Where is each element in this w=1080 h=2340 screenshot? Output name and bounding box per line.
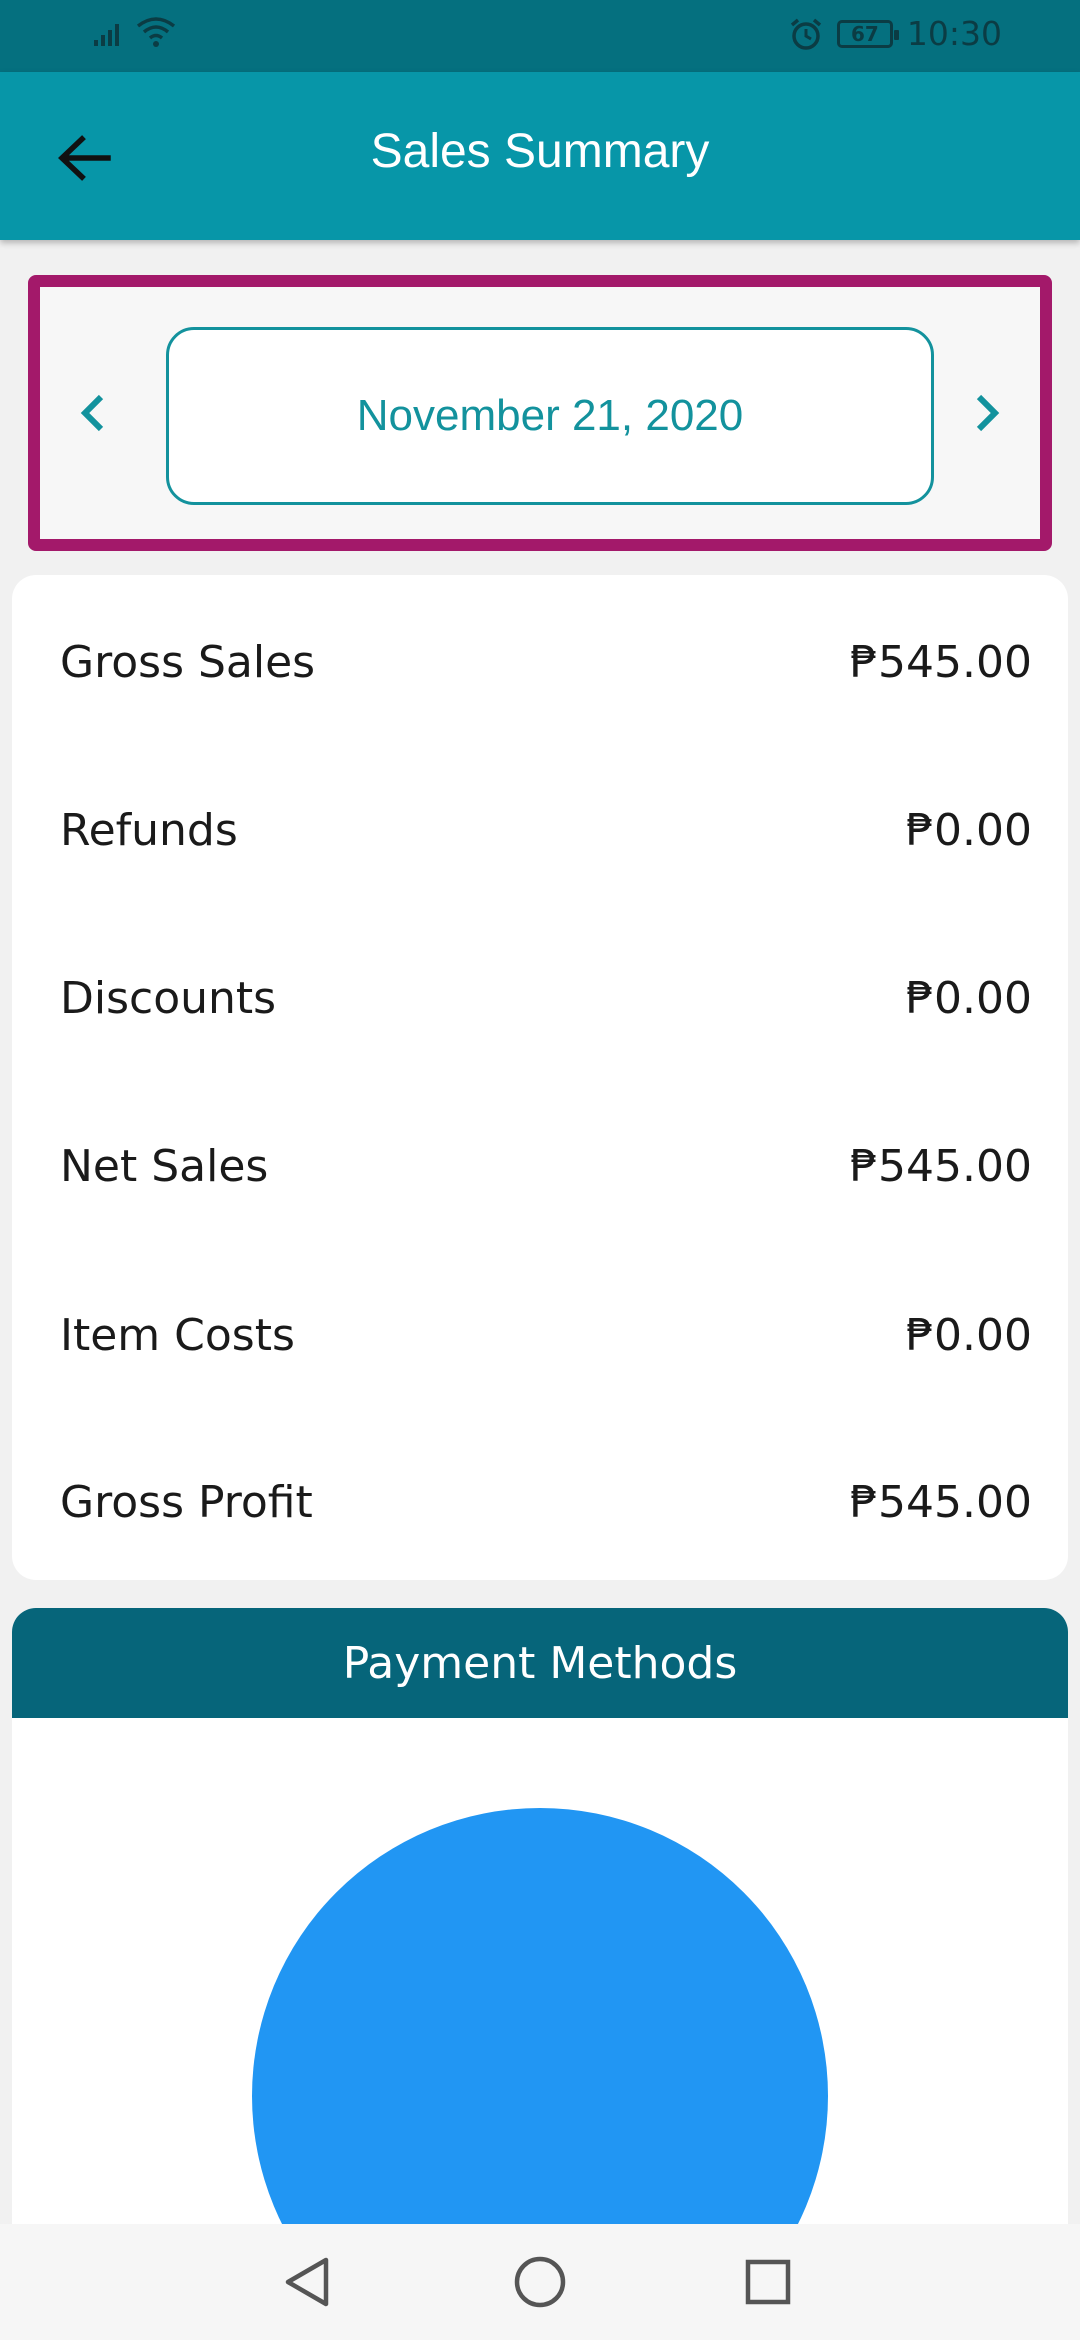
summary-value: ₱0.00 bbox=[906, 972, 1032, 1024]
back-triangle-icon bbox=[285, 2257, 329, 2307]
summary-row-refunds: Refunds ₱0.00 bbox=[60, 790, 1032, 870]
summary-value: ₱545.00 bbox=[850, 636, 1032, 688]
sales-summary-card: Gross Sales ₱545.00 Refunds ₱0.00 Discou… bbox=[12, 575, 1068, 1580]
nav-back-button[interactable] bbox=[272, 2246, 344, 2318]
page-title: Sales Summary bbox=[370, 125, 710, 178]
chevron-left-icon bbox=[80, 394, 104, 432]
summary-row-net-sales: Net Sales ₱545.00 bbox=[60, 1126, 1032, 1206]
next-date-button[interactable] bbox=[958, 377, 1018, 449]
app-bar: Sales Summary bbox=[0, 72, 1080, 240]
pie-slice[interactable] bbox=[252, 1808, 828, 2228]
payment-methods-chart bbox=[12, 1718, 1068, 2228]
previous-date-button[interactable] bbox=[62, 377, 122, 449]
screen: 67 10:30 Sales Summary November 21, 2020 bbox=[0, 0, 1080, 2340]
nav-recents-button[interactable] bbox=[732, 2246, 804, 2318]
date-picker-button[interactable]: November 21, 2020 bbox=[166, 327, 934, 505]
summary-row-gross-sales: Gross Sales ₱545.00 bbox=[60, 622, 1032, 702]
alarm-icon bbox=[790, 18, 822, 50]
pie-chart bbox=[252, 1808, 828, 2228]
status-time: 10:30 bbox=[906, 14, 1002, 53]
summary-value: ₱0.00 bbox=[906, 804, 1032, 856]
nav-home-button[interactable] bbox=[504, 2246, 576, 2318]
signal-icon bbox=[94, 24, 119, 46]
summary-label: Gross Sales bbox=[60, 636, 316, 688]
battery-icon: 67 bbox=[836, 19, 899, 48]
battery-level: 67 bbox=[850, 21, 879, 46]
summary-row-discounts: Discounts ₱0.00 bbox=[60, 958, 1032, 1038]
status-right: 67 10:30 bbox=[789, 14, 1002, 53]
system-nav-bar bbox=[0, 2224, 1080, 2340]
status-bar: 67 10:30 bbox=[0, 0, 1080, 72]
date-selector: November 21, 2020 bbox=[28, 275, 1052, 551]
summary-value: ₱545.00 bbox=[850, 1140, 1032, 1192]
summary-label: Net Sales bbox=[60, 1140, 269, 1192]
summary-label: Discounts bbox=[60, 972, 277, 1024]
summary-label: Item Costs bbox=[60, 1309, 295, 1361]
summary-label: Refunds bbox=[60, 804, 238, 856]
selected-date: November 21, 2020 bbox=[356, 391, 744, 440]
summary-value: ₱545.00 bbox=[850, 1476, 1032, 1528]
summary-row-item-costs: Item Costs ₱0.00 bbox=[60, 1295, 1032, 1375]
payment-methods-header: Payment Methods bbox=[12, 1608, 1068, 1718]
status-left bbox=[92, 16, 176, 48]
summary-value: ₱0.00 bbox=[906, 1309, 1032, 1361]
chevron-right-icon bbox=[976, 394, 1000, 432]
summary-label: Gross Profit bbox=[60, 1476, 313, 1528]
wifi-icon bbox=[136, 17, 176, 47]
recents-square-icon bbox=[745, 2259, 791, 2305]
summary-row-gross-profit: Gross Profit ₱545.00 bbox=[60, 1462, 1032, 1542]
payment-methods-title: Payment Methods bbox=[342, 1637, 738, 1689]
home-circle-icon bbox=[514, 2256, 566, 2308]
